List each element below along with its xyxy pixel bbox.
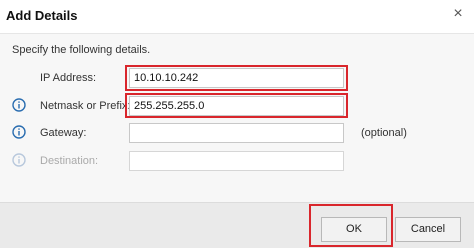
info-icon: [12, 153, 26, 167]
dialog-title-bar: Add Details ×: [0, 0, 474, 34]
gateway-optional-note: (optional): [361, 127, 407, 139]
close-icon[interactable]: ×: [450, 6, 466, 22]
ip-address-label: IP Address:: [40, 72, 97, 84]
ok-button-highlight: [309, 204, 393, 247]
info-icon: [12, 125, 26, 139]
instruction-text: Specify the following details.: [12, 44, 151, 56]
dialog-footer: OK Cancel: [0, 202, 474, 248]
dialog-body: Specify the following details. IP Addres…: [0, 34, 474, 202]
gateway-label: Gateway:: [40, 127, 87, 139]
netmask-label: Netmask or Prefix:: [40, 100, 131, 112]
destination-field: [129, 151, 344, 171]
ip-address-highlight: [125, 65, 348, 91]
destination-label: Destination:: [40, 155, 99, 167]
info-icon: [12, 98, 26, 112]
gateway-field[interactable]: [129, 123, 344, 143]
dialog-title: Add Details: [6, 8, 78, 23]
netmask-highlight: [125, 93, 348, 118]
cancel-button[interactable]: Cancel: [395, 217, 461, 242]
